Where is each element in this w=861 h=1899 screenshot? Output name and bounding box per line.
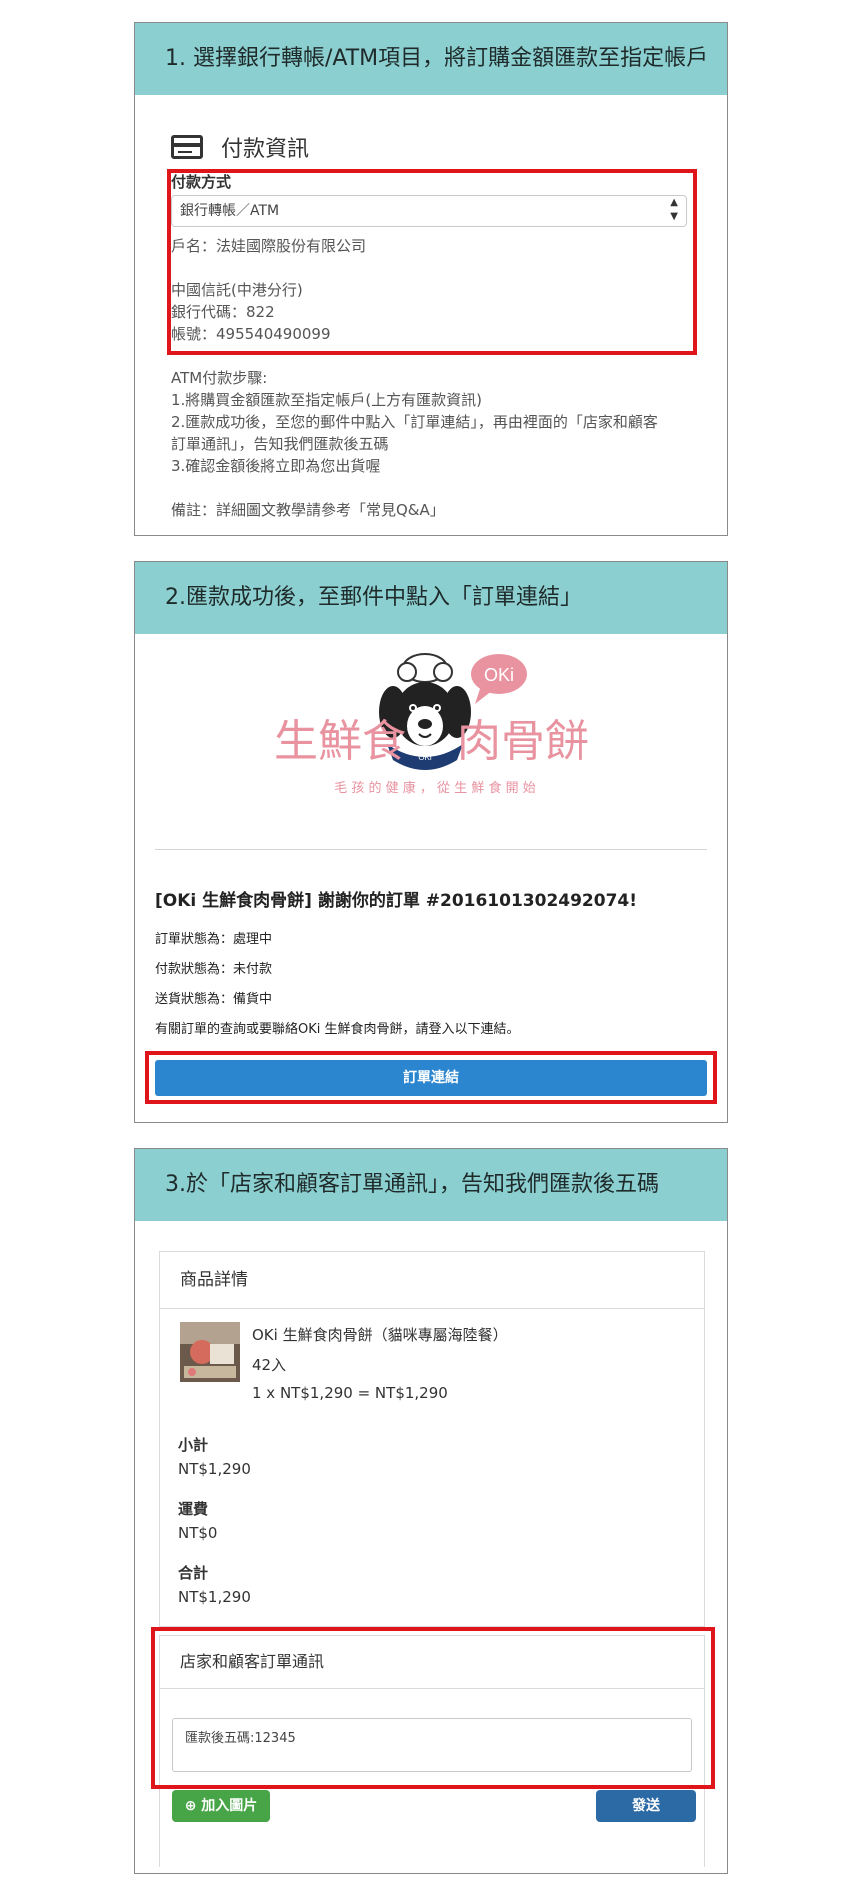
- subtotal-value: NT$1,290: [178, 1460, 251, 1478]
- oki-logo-graphic: OKi OKi 生鮮食 肉骨餅 毛 孩 的 健 康 ， 從 生 鮮 食 開 始: [274, 653, 589, 796]
- logo-slogan: 毛 孩 的 健 康 ， 從 生 鮮 食 開 始: [334, 780, 535, 796]
- atm-steps-title: ATM付款步驟:: [171, 369, 268, 387]
- product-details-title: 商品詳情: [160, 1252, 704, 1309]
- add-image-label: 加入圖片: [201, 1798, 258, 1814]
- subtotal-label: 小計: [178, 1436, 209, 1454]
- product-name: OKi 生鮮食肉骨餅（貓咪專屬海陸餐）: [252, 1326, 508, 1344]
- logo-right-text: 肉骨餅: [457, 716, 589, 767]
- product-details-card: 商品詳情 OKi 生鮮食肉骨餅（貓咪專屬海陸餐） 42入 1 x NT$1,29…: [159, 1251, 705, 1627]
- payment-status: 付款狀態為：未付款: [155, 962, 273, 977]
- atm-step-1: 1.將購買金額匯款至指定帳戶(上方有匯款資訊): [171, 391, 483, 409]
- step3-panel: 3.於「店家和顧客訂單通訊」，告知我們匯款後五碼 商品詳情 OKi 生鮮食肉骨餅…: [134, 1148, 728, 1874]
- email-divider: [155, 849, 707, 850]
- email-heading: [OKi 生鮮食肉骨餅] 謝謝你的訂單 #2016101302492074!: [155, 891, 638, 911]
- step3-title: 3.於「店家和顧客訂單通訊」，告知我們匯款後五碼: [135, 1149, 727, 1221]
- payment-info-title: 付款資訊: [221, 137, 310, 162]
- step1-title: 1. 選擇銀行轉帳/ATM項目，將訂購金額匯款至指定帳戶: [135, 23, 727, 95]
- shipping-value: NT$0: [178, 1524, 218, 1542]
- add-image-button[interactable]: ⊕ 加入圖片: [172, 1790, 270, 1822]
- shipping-label: 運費: [178, 1500, 209, 1518]
- step2-title: 2.匯款成功後，至郵件中點入「訂單連結」: [135, 562, 727, 634]
- product-thumbnail: [180, 1322, 240, 1382]
- send-button[interactable]: 發送: [596, 1790, 696, 1822]
- oki-logo: OKi OKi 生鮮食 肉骨餅 毛 孩 的 健 康 ， 從 生 鮮 食 開 始: [235, 648, 635, 798]
- note: 備註：詳細圖文教學請參考「常見Q&A」: [171, 501, 445, 519]
- atm-step-2a: 2.匯款成功後，至您的郵件中點入「訂單連結」，再由裡面的「店家和顧客: [171, 413, 658, 431]
- highlight-box-message: [151, 1627, 715, 1789]
- atm-step-2b: 訂單通訊」，告知我們匯款後五碼: [171, 435, 389, 453]
- highlight-box-order-link: [145, 1051, 717, 1104]
- shipping-status: 送貨狀態為：備貨中: [155, 992, 273, 1007]
- step1-panel: 1. 選擇銀行轉帳/ATM項目，將訂購金額匯款至指定帳戶 付款資訊 付款方式 銀…: [134, 22, 728, 536]
- logo-badge-text: OKi: [418, 753, 432, 762]
- highlight-box-payment: [167, 169, 697, 355]
- total-label: 合計: [178, 1564, 209, 1582]
- plus-circle-icon: ⊕: [184, 1798, 197, 1814]
- total-value: NT$1,290: [178, 1588, 251, 1606]
- product-qty: 42入: [252, 1356, 287, 1374]
- credit-card-icon: [171, 135, 203, 159]
- order-status: 訂單狀態為：處理中: [155, 932, 273, 947]
- logo-left-text: 生鮮食: [274, 716, 406, 767]
- step2-panel: 2.匯款成功後，至郵件中點入「訂單連結」 OKi OKi 生鮮食 肉骨餅 毛 孩…: [134, 561, 728, 1123]
- logo-bubble-text: OKi: [484, 665, 514, 685]
- product-price: 1 x NT$1,290 = NT$1,290: [252, 1384, 448, 1402]
- atm-step-3: 3.確認金額後將立即為您出貨喔: [171, 457, 381, 475]
- contact-note: 有關訂單的查詢或要聯絡OKi 生鮮食肉骨餅，請登入以下連結。: [155, 1022, 520, 1037]
